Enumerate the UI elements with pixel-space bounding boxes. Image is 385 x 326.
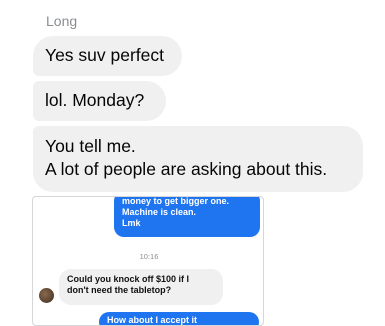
attachment-text-line: don't need the tabletop?	[67, 285, 172, 295]
message-text-line: You tell me.	[45, 136, 136, 156]
attachment-incoming-bubble: Could you knock off $100 if I don't need…	[59, 269, 223, 305]
attachment-outgoing-bubble: money to get bigger one. Machine is clea…	[114, 196, 260, 237]
sender-name: Long	[46, 13, 78, 29]
message-bubble[interactable]: Yes suv perfect	[33, 36, 182, 76]
message-bubble[interactable]: lol. Monday?	[33, 81, 166, 121]
attachment-text-line: Machine is clean.	[122, 207, 197, 217]
attachment-avatar	[39, 288, 54, 303]
attachment-timestamp: 10:16	[139, 252, 159, 261]
message-text: lol. Monday?	[45, 90, 145, 110]
message-bubble[interactable]: You tell me. A lot of people are asking …	[33, 126, 363, 192]
attachment-text-line: money to get bigger one.	[122, 196, 230, 206]
message-text: Yes suv perfect	[45, 45, 165, 65]
attachment-partial-bubble: How about I accept it	[99, 312, 259, 325]
screenshot-attachment[interactable]: money to get bigger one. Machine is clea…	[32, 196, 264, 326]
attachment-text-line: Could you knock off $100 if I	[67, 274, 190, 284]
message-text-line: A lot of people are asking about this.	[45, 159, 328, 179]
attachment-text-line: Lmk	[122, 218, 141, 228]
